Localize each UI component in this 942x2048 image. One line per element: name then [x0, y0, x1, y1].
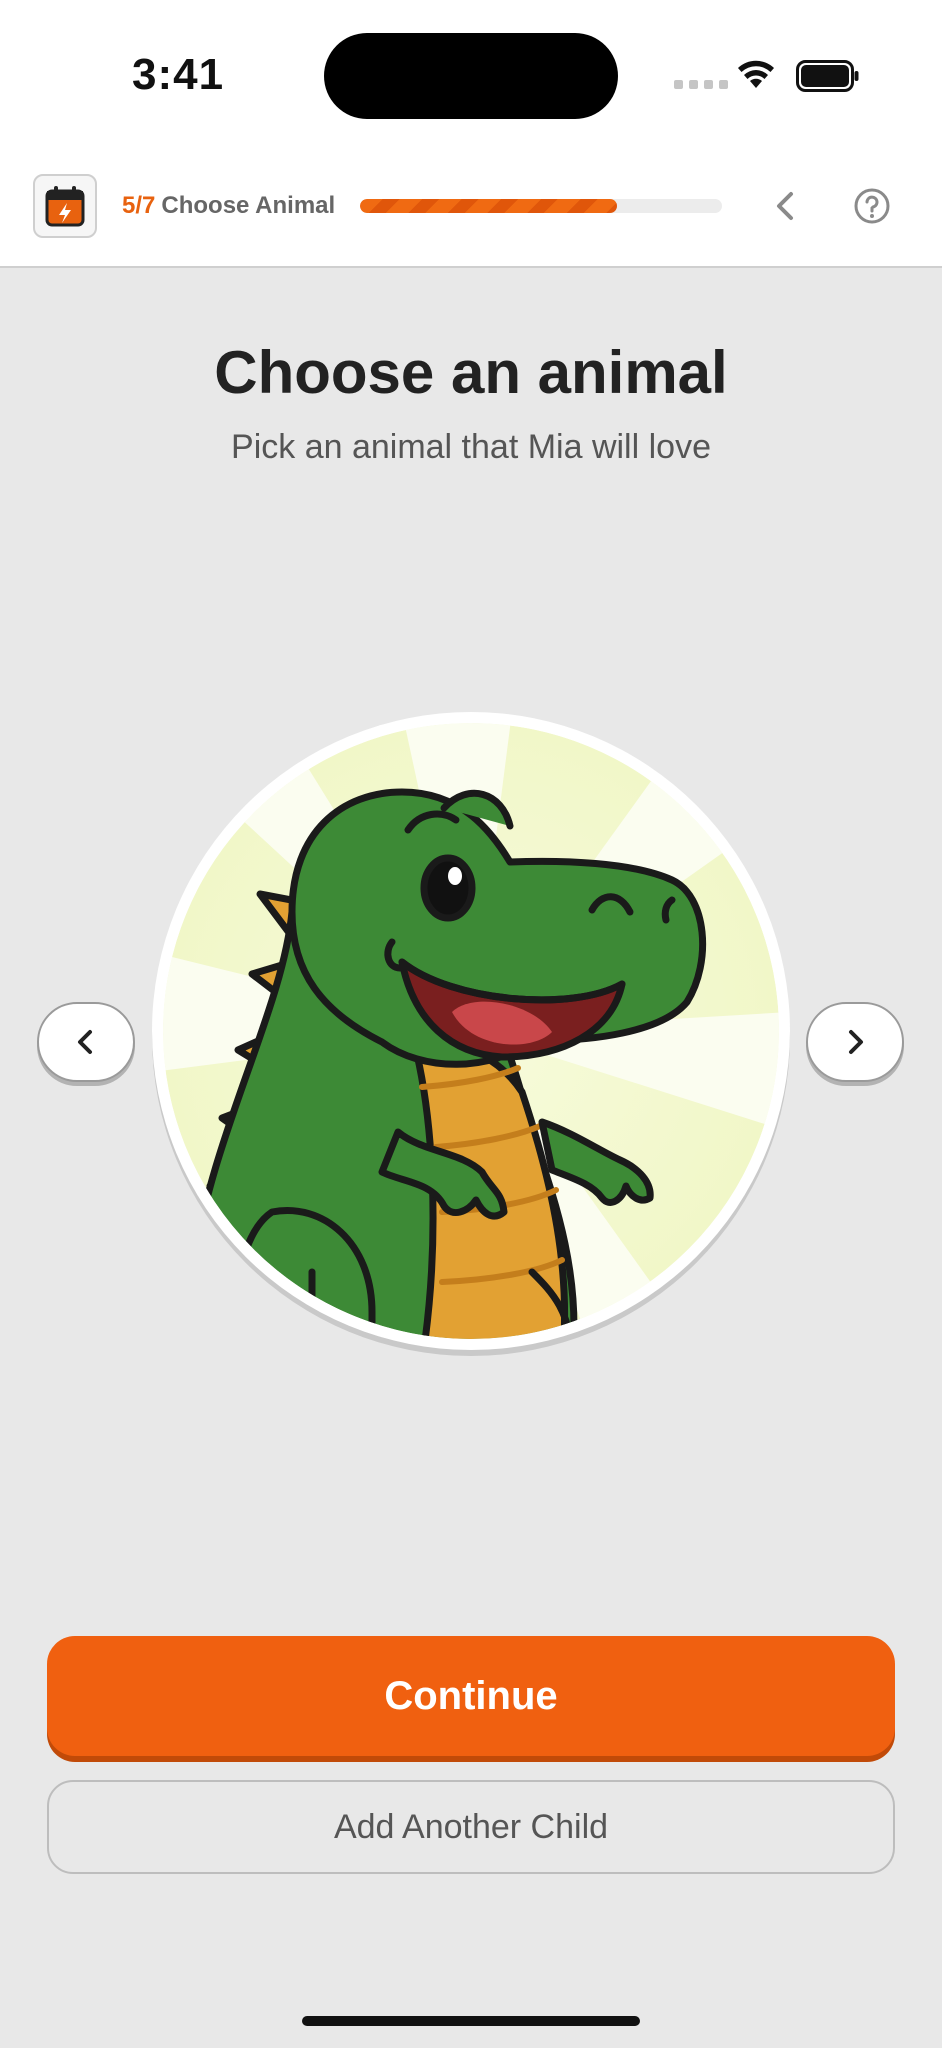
- battery-icon: [796, 60, 859, 92]
- step-count: 5/7: [122, 192, 156, 219]
- continue-button[interactable]: Continue: [47, 1636, 895, 1756]
- chevron-left-icon: [777, 192, 793, 220]
- progress-fill: [360, 199, 618, 213]
- chevron-right-icon: [849, 1030, 863, 1054]
- status-time: 3:41: [132, 50, 225, 99]
- question-circle-icon: [854, 188, 890, 224]
- chevron-left-icon: [78, 1030, 92, 1054]
- onboarding-header: 5/7 Choose Animal: [0, 168, 942, 246]
- back-button[interactable]: [766, 186, 806, 226]
- page-subtitle: Pick an animal that Mia will love: [231, 428, 711, 466]
- calendar-bolt-icon: [33, 174, 97, 238]
- help-button[interactable]: [852, 186, 892, 226]
- cellular-signal-icon: [674, 80, 728, 89]
- add-another-child-button[interactable]: Add Another Child: [47, 1780, 895, 1874]
- wifi-icon: [738, 60, 774, 88]
- top-bar: 3:41 5/7 Choose Animal: [0, 0, 942, 268]
- page-title: Choose an animal: [214, 339, 728, 406]
- previous-animal-button[interactable]: [37, 1002, 135, 1082]
- next-animal-button[interactable]: [806, 1002, 904, 1082]
- step-indicator: 5/7 Choose Animal: [122, 192, 335, 220]
- progress-bar: [360, 199, 722, 213]
- animal-carousel-card[interactable]: [152, 712, 790, 1350]
- dinosaur-illustration: [153, 713, 789, 1349]
- step-label: Choose Animal: [161, 192, 336, 219]
- home-indicator: [302, 2016, 640, 2026]
- dynamic-island: [324, 33, 618, 119]
